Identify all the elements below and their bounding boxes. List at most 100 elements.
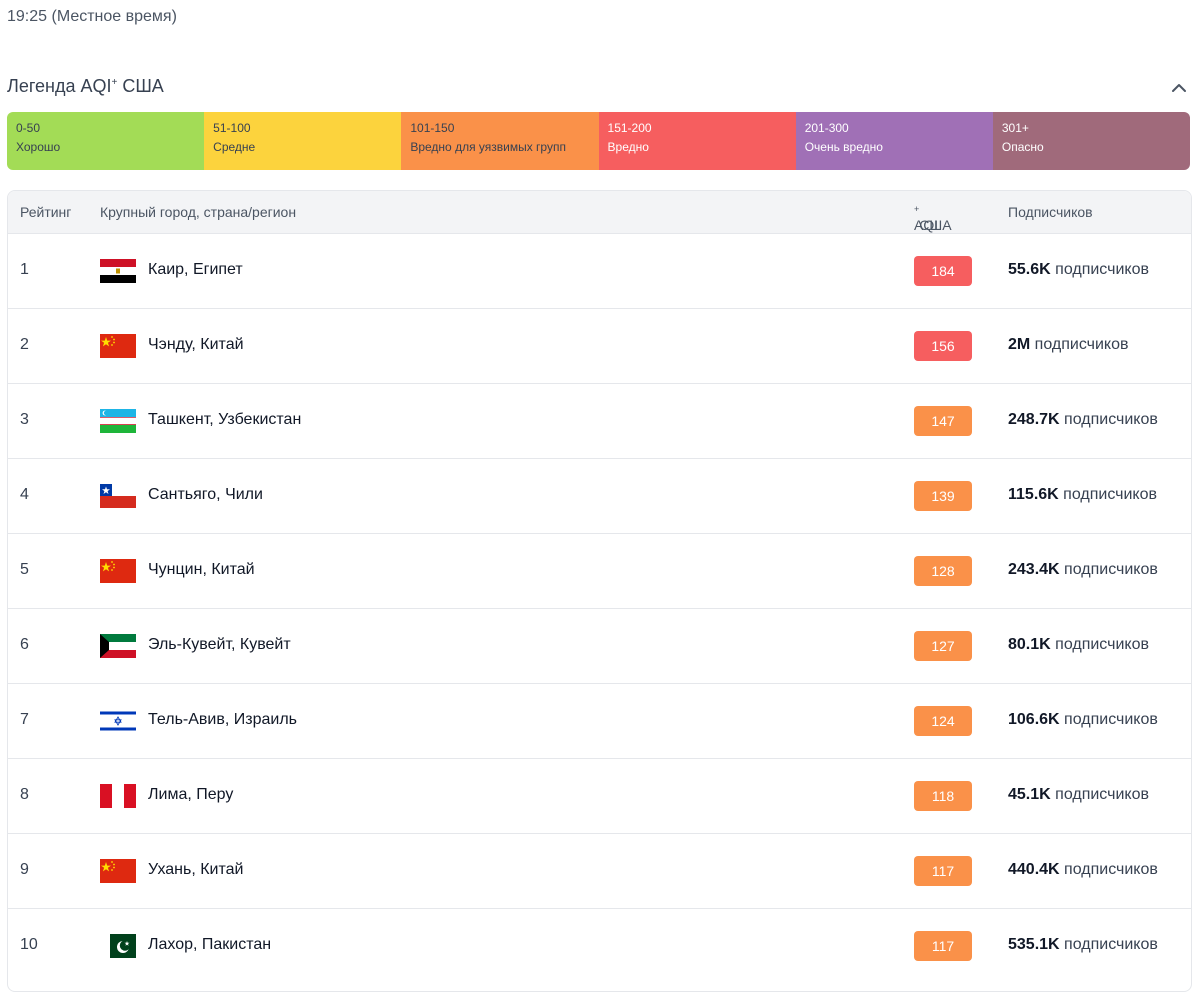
china-flag-icon xyxy=(100,859,136,883)
subscribers-cell: 2M подписчиков xyxy=(1008,336,1129,354)
aqi-badge: 128 xyxy=(914,556,972,586)
subscribers-count: 80.1K xyxy=(1008,636,1051,653)
table-row[interactable]: 8 Лима, Перу 118 45.1K подписчиков xyxy=(8,758,1191,833)
legend-label: Хорошо xyxy=(16,140,61,154)
city-link[interactable]: Эль-Кувейт, Кувейт xyxy=(148,636,291,654)
city-link[interactable]: Каир, Египет xyxy=(148,261,243,279)
table-row[interactable]: 2 Чэнду, Китай 156 2M подписчиков xyxy=(8,308,1191,383)
peru-flag-icon xyxy=(100,784,136,808)
rank-cell: 2 xyxy=(20,336,29,353)
rank-cell: 5 xyxy=(20,561,29,578)
ranking-table: Рейтинг Крупный город, страна/регион AQI… xyxy=(7,190,1192,992)
legend-segment: 0-50 Хорошо xyxy=(7,112,205,170)
city-link[interactable]: Чэнду, Китай xyxy=(148,336,244,354)
legend-title-suffix: США xyxy=(117,76,164,96)
aqi-badge: 184 xyxy=(914,256,972,286)
egypt-flag-icon xyxy=(100,259,136,283)
aqi-badge: 156 xyxy=(914,331,972,361)
china-flag-icon xyxy=(100,334,136,358)
local-time: 19:25 (Местное время) xyxy=(7,8,177,25)
table-row[interactable]: 7 Тель-Авив, Израиль 124 106.6K подписчиков xyxy=(8,683,1191,758)
subscribers-count: 106.6K xyxy=(1008,711,1060,728)
kuwait-flag-icon xyxy=(100,634,136,658)
subscribers-count: 440.4K xyxy=(1008,861,1060,878)
legend-title: Легенда AQI+ США xyxy=(7,76,164,96)
legend-label: Очень вредно xyxy=(804,140,883,154)
subscribers-suffix: подписчиков xyxy=(1030,336,1129,353)
legend-title-text: Легенда AQI xyxy=(7,76,112,96)
header-rank: Рейтинг xyxy=(20,204,72,220)
subscribers-count: 2M xyxy=(1008,336,1031,353)
legend-label: Вредно для уязвимых групп xyxy=(410,140,566,154)
rank-cell: 3 xyxy=(20,411,29,428)
subscribers-suffix: подписчиков xyxy=(1050,636,1149,653)
legend-segment: 201-300 Очень вредно xyxy=(795,112,993,170)
legend-header: Легенда AQI+ США xyxy=(7,76,1191,100)
table-row[interactable]: 10 Лахор, Пакистан 117 535.1K подписчиков xyxy=(8,908,1191,983)
table-row[interactable]: 1 Каир, Египет 184 55.6K подписчиков xyxy=(8,233,1191,308)
header-subscribers: Подписчиков xyxy=(1008,204,1093,220)
table-row[interactable]: 6 Эль-Кувейт, Кувейт 127 80.1K подписчиков xyxy=(8,608,1191,683)
subscribers-cell: 535.1K подписчиков xyxy=(1008,936,1158,954)
table-row[interactable]: 3 Ташкент, Узбекистан 147 248.7K подписчико… xyxy=(8,383,1191,458)
subscribers-cell: 248.7K подписчиков xyxy=(1008,411,1158,429)
pakistan-flag-icon xyxy=(100,934,136,958)
table-row[interactable]: 5 Чунцин, Китай 128 243.4K подписчиков xyxy=(8,533,1191,608)
subscribers-suffix: подписчиков xyxy=(1059,861,1158,878)
aqi-badge: 118 xyxy=(914,781,972,811)
rank-cell: 7 xyxy=(20,711,29,728)
city-link[interactable]: Сантьяго, Чили xyxy=(148,486,263,504)
rank-cell: 8 xyxy=(20,786,29,803)
subscribers-suffix: подписчиков xyxy=(1059,561,1158,578)
legend-range: 201-300 xyxy=(804,121,849,135)
aqi-badge: 117 xyxy=(914,856,972,886)
israel-flag-icon xyxy=(100,709,136,733)
uzbekistan-flag-icon xyxy=(100,409,136,433)
aqi-legend-bar: 0-50 Хорошо 51-100 Средне 101-150 Вредно для … xyxy=(7,112,1190,170)
legend-range: 51-100 xyxy=(213,121,251,135)
table-row[interactable]: 4 Сантьяго, Чили 139 115.6K подписчиков xyxy=(8,458,1191,533)
city-link[interactable]: Лахор, Пакистан xyxy=(148,936,271,954)
table-body: 1 Каир, Египет 184 55.6K подписчиков 2 Чэнду,… xyxy=(8,233,1191,983)
subscribers-count: 55.6K xyxy=(1008,261,1051,278)
chevron-up-icon[interactable] xyxy=(1167,76,1191,100)
aqi-badge: 147 xyxy=(914,406,972,436)
legend-range: 151-200 xyxy=(607,121,652,135)
city-link[interactable]: Ухань, Китай xyxy=(148,861,243,879)
aqi-badge: 124 xyxy=(914,706,972,736)
header-city: Крупный город, страна/регион xyxy=(100,204,297,220)
city-link[interactable]: Лима, Перу xyxy=(148,786,233,804)
subscribers-cell: 80.1K подписчиков xyxy=(1008,636,1149,654)
aqi-badge: 139 xyxy=(914,481,972,511)
subscribers-suffix: подписчиков xyxy=(1059,411,1158,428)
subscribers-count: 248.7K xyxy=(1008,411,1060,428)
legend-segment: 101-150 Вредно для уязвимых групп xyxy=(401,112,599,170)
subscribers-cell: 45.1K подписчиков xyxy=(1008,786,1149,804)
subscribers-cell: 106.6K подписчиков xyxy=(1008,711,1158,729)
subscribers-cell: 243.4K подписчиков xyxy=(1008,561,1158,579)
aqi-badge: 117 xyxy=(914,931,972,961)
city-link[interactable]: Чунцин, Китай xyxy=(148,561,255,579)
rank-cell: 4 xyxy=(20,486,29,503)
city-link[interactable]: Тель-Авив, Израиль xyxy=(148,711,297,729)
rank-cell: 1 xyxy=(20,261,29,278)
header-aqi: AQI + США xyxy=(914,204,952,233)
subscribers-cell: 115.6K подписчиков xyxy=(1008,486,1157,504)
legend-label: Вредно xyxy=(607,140,649,154)
chile-flag-icon xyxy=(100,484,136,508)
subscribers-count: 535.1K xyxy=(1008,936,1060,953)
rank-cell: 6 xyxy=(20,636,29,653)
subscribers-count: 45.1K xyxy=(1008,786,1051,803)
subscribers-count: 243.4K xyxy=(1008,561,1060,578)
header-aqi-suffix: США xyxy=(919,217,952,233)
table-row[interactable]: 9 Ухань, Китай 117 440.4K подписчиков xyxy=(8,833,1191,908)
legend-range: 0-50 xyxy=(16,121,41,135)
legend-label: Опасно xyxy=(1001,140,1044,154)
china-flag-icon xyxy=(100,559,136,583)
city-link[interactable]: Ташкент, Узбекистан xyxy=(148,411,301,429)
subscribers-suffix: подписчиков xyxy=(1059,936,1158,953)
rank-cell: 9 xyxy=(20,861,29,878)
legend-segment: 51-100 Средне xyxy=(204,112,402,170)
subscribers-cell: 55.6K подписчиков xyxy=(1008,261,1149,279)
subscribers-cell: 440.4K подписчиков xyxy=(1008,861,1158,879)
